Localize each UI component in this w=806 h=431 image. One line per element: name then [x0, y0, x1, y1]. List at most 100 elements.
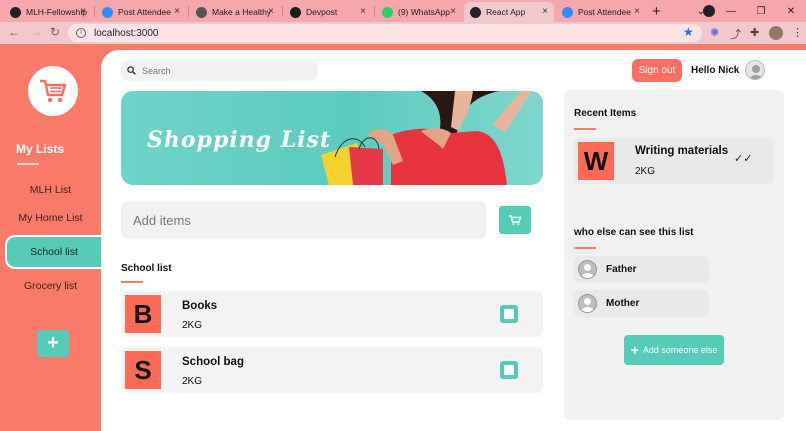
list-title: School list: [121, 263, 172, 274]
add-items-input[interactable]: Add items: [121, 201, 486, 239]
info-icon[interactable]: i: [76, 28, 86, 38]
recent-items-underline: [574, 128, 596, 130]
chevron-down-icon[interactable]: ⌄: [686, 6, 716, 17]
search-icon: [127, 66, 136, 75]
profile-avatar[interactable]: [769, 26, 783, 40]
cart-logo: [28, 66, 78, 116]
tab-title: Post Attendee: [118, 7, 171, 17]
browser-tab[interactable]: MLH-Fellowship ×: [4, 2, 92, 22]
url-text: localhost:3000: [94, 27, 159, 39]
tab-title: (9) WhatsApp: [398, 7, 450, 17]
browser-toolbar: ← → ↻ i localhost:3000 ★ ✺ ⤴ ✚ ⋮: [0, 22, 806, 44]
item-checkbox[interactable]: [500, 305, 518, 323]
cart-icon: [509, 215, 522, 226]
cart-icon: [40, 79, 67, 103]
item-letter-badge: W: [578, 142, 614, 180]
browser-tab[interactable]: Post Attendee ×: [556, 2, 646, 22]
browser-tab[interactable]: Make a Healthy ×: [190, 2, 280, 22]
bookmark-star-icon[interactable]: ★: [683, 25, 694, 39]
react-icon: [470, 6, 481, 18]
shared-person[interactable]: Mother: [574, 290, 709, 317]
double-check-icon: ✓✓: [734, 153, 753, 165]
item-letter-badge: B: [125, 295, 161, 333]
extension-icon[interactable]: ✺: [710, 26, 719, 39]
recent-item[interactable]: W Writing materials 2KG ✓✓: [574, 138, 774, 184]
close-tab-icon[interactable]: ×: [80, 6, 86, 17]
user-icon: [749, 65, 763, 79]
github-icon: [10, 6, 21, 18]
close-tab-icon[interactable]: ×: [450, 6, 456, 17]
item-name: School bag: [182, 356, 244, 368]
devpost-icon: [290, 6, 301, 18]
sign-out-button[interactable]: Sign out: [632, 59, 682, 82]
whatsapp-icon: [382, 6, 393, 18]
tab-title: React App: [486, 7, 526, 17]
item-name: Books: [182, 300, 218, 312]
zoom-icon: [102, 6, 113, 18]
item-letter-badge: S: [125, 351, 161, 389]
browser-tab[interactable]: Devpost ×: [284, 2, 372, 22]
plus-icon: +: [630, 342, 639, 358]
add-to-cart-button[interactable]: [499, 206, 531, 234]
restore-icon[interactable]: ❐: [746, 6, 776, 17]
person-name: Mother: [606, 298, 640, 309]
address-bar[interactable]: i localhost:3000: [68, 24, 702, 42]
banner-title: Shopping List: [147, 127, 332, 153]
add-someone-button[interactable]: + Add someone else: [624, 335, 724, 365]
puzzle-icon[interactable]: ✚: [750, 26, 759, 39]
list-item[interactable]: B Books 2KG: [121, 291, 543, 337]
extension-icon[interactable]: ⤴: [730, 26, 741, 42]
item-quantity: 2KG: [635, 166, 656, 177]
forward-icon[interactable]: →: [30, 25, 42, 39]
browser-tab[interactable]: (9) WhatsApp ×: [376, 2, 462, 22]
item-checkbox[interactable]: [500, 361, 518, 379]
list-item[interactable]: S School bag 2KG: [121, 347, 543, 393]
sidebar-item-my-home-list[interactable]: My Home List: [0, 212, 101, 224]
mlh-icon: [196, 6, 207, 18]
sharing-title-underline: [574, 247, 596, 249]
app-root: My Lists MLH List My Home List School li…: [0, 44, 806, 431]
user-icon: [578, 260, 597, 279]
search-placeholder: Search: [142, 65, 171, 76]
add-list-button[interactable]: +: [37, 330, 69, 357]
sharing-title: who else can see this list: [574, 227, 694, 238]
shopping-list-banner: Shopping List: [121, 91, 543, 185]
tab-title: Devpost: [306, 7, 338, 17]
close-tab-icon[interactable]: ×: [542, 6, 548, 17]
window-controls: ⌄ — ❐ ✕: [686, 0, 806, 22]
user-icon: [578, 294, 597, 313]
close-tab-icon[interactable]: ×: [174, 6, 180, 17]
sidebar: My Lists MLH List My Home List School li…: [0, 44, 101, 431]
sidebar-item-mlh-list[interactable]: MLH List: [0, 184, 101, 196]
new-tab-button[interactable]: +: [652, 3, 661, 20]
add-someone-label: Add someone else: [642, 345, 718, 355]
person-name: Father: [606, 264, 637, 275]
back-icon[interactable]: ←: [8, 25, 20, 39]
user-avatar[interactable]: [745, 60, 765, 80]
close-tab-icon[interactable]: ×: [634, 6, 640, 17]
recent-items-title: Recent Items: [574, 108, 637, 119]
search-input[interactable]: Search: [121, 60, 318, 81]
sidebar-item-school-list[interactable]: School list: [5, 235, 101, 269]
browser-tab-bar: MLH-Fellowship × Post Attendee × Make a …: [0, 0, 806, 22]
close-tab-icon[interactable]: ×: [268, 6, 274, 17]
minimize-icon[interactable]: —: [716, 6, 746, 17]
shared-person[interactable]: Father: [574, 256, 709, 283]
browser-tab-active[interactable]: React App ×: [464, 2, 554, 22]
close-tab-icon[interactable]: ×: [360, 6, 366, 17]
zoom-icon: [562, 6, 573, 18]
right-panel: Recent Items W Writing materials 2KG ✓✓ …: [564, 90, 784, 420]
tab-title: Post Attendee: [578, 7, 631, 17]
heading-underline: [17, 163, 39, 165]
main-content: Search Sign out Hello Nick Shopping List…: [101, 50, 806, 431]
tab-title: Make a Healthy: [212, 7, 272, 17]
close-icon[interactable]: ✕: [776, 6, 806, 17]
reload-icon[interactable]: ↻: [50, 25, 60, 39]
list-title-underline: [121, 281, 143, 283]
my-lists-heading: My Lists: [16, 142, 65, 156]
browser-tab[interactable]: Post Attendee ×: [96, 2, 186, 22]
menu-icon[interactable]: ⋮: [792, 26, 803, 39]
tab-title: MLH-Fellowship: [26, 7, 87, 17]
sidebar-item-grocery-list[interactable]: Grocery list: [0, 280, 101, 292]
item-quantity: 2KG: [182, 376, 203, 387]
